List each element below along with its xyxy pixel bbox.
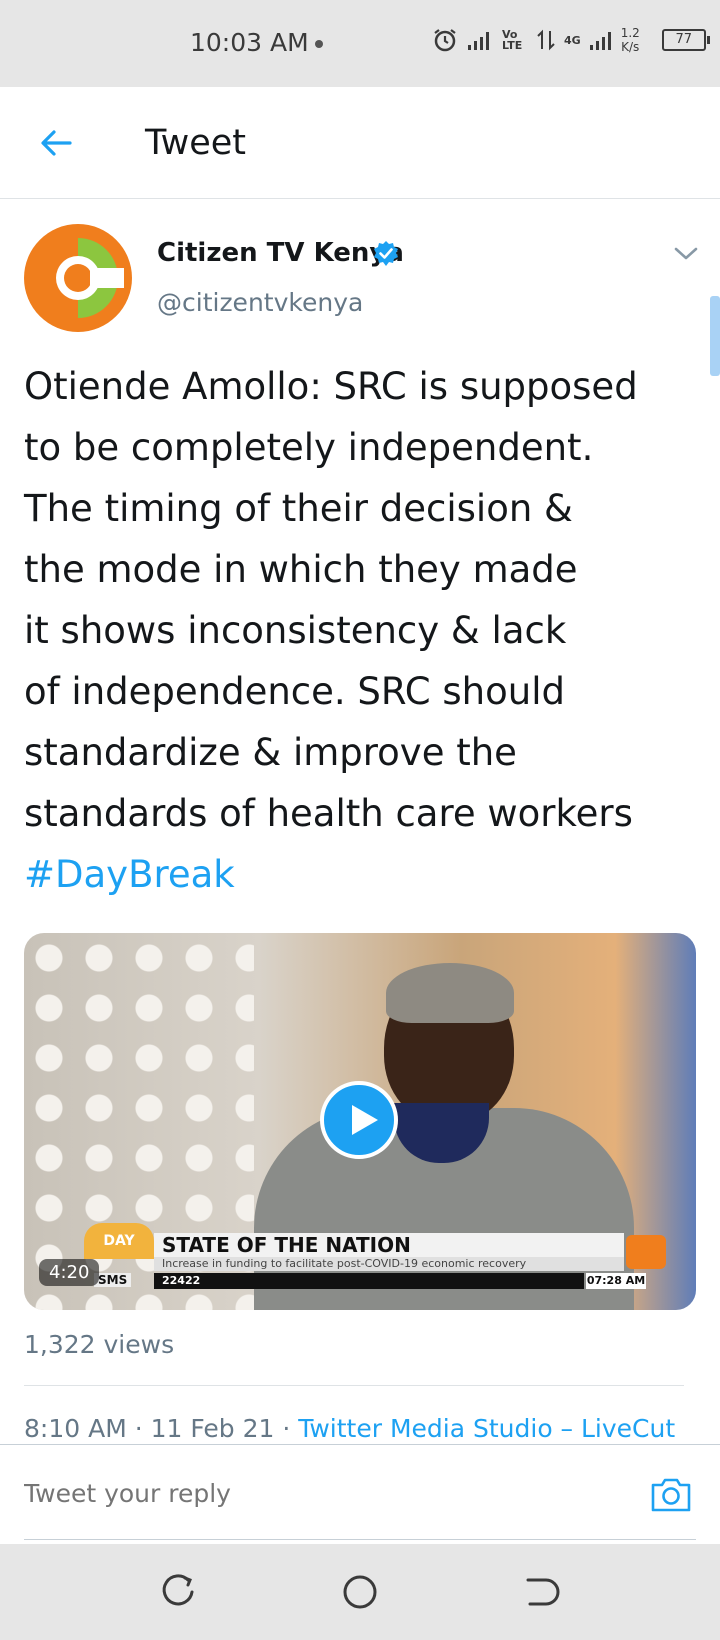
system-nav-bar — [0, 1544, 720, 1640]
recent-apps-icon[interactable] — [158, 1570, 202, 1614]
tweet-text: Otiende Amollo: SRC is supposed to be co… — [24, 356, 684, 905]
video-player[interactable]: DAY STATE OF THE NATION Increase in fund… — [24, 933, 696, 1310]
tweet-body: Otiende Amollo: SRC is supposed to be co… — [24, 365, 638, 835]
avatar[interactable] — [24, 224, 132, 332]
divider — [24, 1385, 684, 1386]
camera-icon[interactable] — [650, 1475, 692, 1513]
top-app-bar: Tweet — [0, 87, 720, 199]
sms-label: SMS — [94, 1273, 132, 1287]
signal-icon — [468, 32, 489, 50]
hashtag-link[interactable]: #DayBreak — [24, 853, 235, 896]
status-icons: Vo LTE 4G 1.2 K/s 77 — [432, 26, 710, 54]
reply-input[interactable] — [24, 1479, 624, 1508]
battery-icon: 77 — [661, 29, 710, 51]
video-subject-hair — [386, 963, 514, 1023]
status-time: 10:03 AM — [190, 28, 309, 57]
tweet-timestamp: 8:10 AM · 11 Feb 21 · — [24, 1414, 299, 1443]
speed-unit: K/s — [621, 40, 640, 54]
notification-dot — [315, 40, 323, 48]
arrow-left-icon[interactable] — [36, 123, 76, 163]
network-gen-label: 4G — [564, 33, 581, 47]
channel-logo — [626, 1235, 666, 1269]
chevron-down-icon[interactable] — [672, 244, 700, 264]
verified-badge-icon — [374, 241, 398, 266]
video-duration: 4:20 — [39, 1259, 100, 1286]
scrollbar[interactable] — [710, 296, 720, 376]
reply-underline — [24, 1539, 696, 1540]
view-count: 1,322 views — [24, 1330, 175, 1359]
tweet-meta: 8:10 AM · 11 Feb 21 · Twitter Media Stud… — [24, 1414, 675, 1443]
author-display-name[interactable]: Citizen TV Kenya — [157, 238, 404, 268]
show-logo: DAY — [84, 1223, 154, 1259]
status-bar: 10:03 AM Vo LTE 4G 1.2 K/s 77 — [0, 0, 720, 87]
battery-level: 77 — [675, 32, 693, 47]
alarm-icon — [434, 29, 456, 52]
lower-third-subtitle: Increase in funding to facilitate post-C… — [154, 1257, 624, 1271]
speed-value: 1.2 — [620, 26, 640, 40]
play-icon[interactable] — [320, 1081, 398, 1159]
volte-label: Vo LTE — [502, 28, 523, 52]
lower-third: STATE OF THE NATION Increase in funding … — [154, 1233, 666, 1293]
tweet-source-link[interactable]: Twitter Media Studio – LiveCut — [298, 1414, 675, 1443]
lower-third-title: STATE OF THE NATION — [154, 1233, 624, 1257]
sms-number: 22422 — [154, 1273, 584, 1289]
signal-icon-2 — [589, 32, 611, 50]
author-handle[interactable]: @citizentvkenya — [157, 288, 363, 317]
network-speed: 1.2 K/s — [621, 26, 640, 54]
broadcast-clock: 07:28 AM — [586, 1273, 646, 1289]
back-nav-icon[interactable] — [518, 1570, 562, 1614]
data-transfer-icon — [537, 29, 555, 51]
home-icon[interactable] — [338, 1570, 382, 1614]
page-title: Tweet — [145, 123, 247, 163]
reply-bar — [0, 1444, 720, 1545]
